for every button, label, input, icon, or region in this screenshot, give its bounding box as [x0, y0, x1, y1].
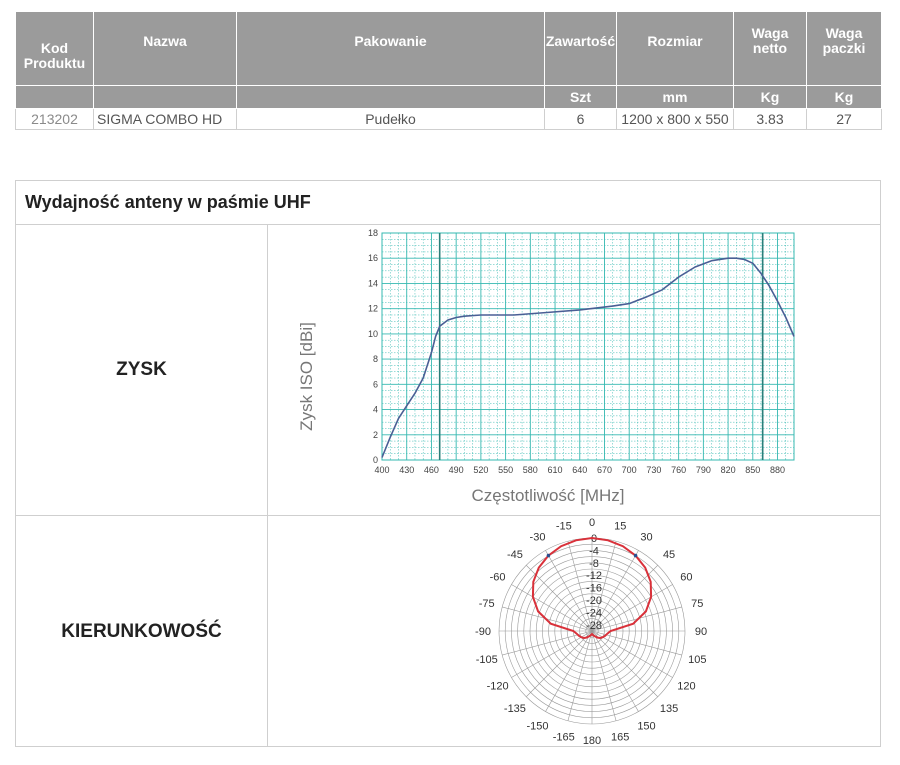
unit-waga-netto: Kg — [733, 85, 807, 109]
unit-nazwa — [93, 85, 237, 109]
radial-tick-label: -12 — [586, 570, 602, 582]
angle-label: -120 — [487, 681, 509, 693]
directivity-polar-chart: 0 153045607590105120135150165180-165-150-… — [475, 517, 707, 747]
radial-tick-label: -16 — [586, 583, 602, 595]
x-tick-label: 790 — [696, 465, 711, 475]
header-rozmiar: Rozmiar — [616, 11, 734, 86]
x-tick-label: 700 — [622, 465, 637, 475]
unit-waga-paczki: Kg — [806, 85, 882, 109]
x-tick-label: 640 — [572, 465, 587, 475]
x-tick-label: 490 — [449, 465, 464, 475]
angle-label: -105 — [476, 654, 498, 666]
gain-row-label: ZYSK — [116, 359, 167, 380]
angle-label: -150 — [526, 720, 548, 732]
radial-tick-label: -28 — [586, 620, 602, 632]
y-tick-label: 12 — [368, 304, 378, 314]
angle-label: 120 — [677, 681, 695, 693]
header-pakowanie: Pakowanie — [236, 11, 545, 86]
x-tick-label: 400 — [374, 465, 389, 475]
x-tick-label: 760 — [671, 465, 686, 475]
cell-nazwa: SIGMA COMBO HD — [93, 108, 237, 130]
polar-spoke — [511, 630, 593, 678]
angle-label: 180 — [583, 735, 601, 747]
radial-tick-label: -4 — [589, 545, 599, 557]
y-tick-label: 14 — [368, 278, 378, 288]
cell-kod: 213202 — [15, 108, 94, 130]
cell-zawartosc: 6 — [544, 108, 617, 130]
directivity-row-label: KIERUNKOWOŚĆ — [61, 621, 222, 642]
x-tick-label: 850 — [745, 465, 760, 475]
cell-waga-netto: 3.83 — [733, 108, 807, 130]
beamwidth-marker — [633, 553, 638, 558]
header-waga-netto: Waga netto — [733, 11, 807, 86]
angle-label: 60 — [680, 572, 692, 584]
header-nazwa: Nazwa — [93, 11, 237, 86]
angle-label: 0 — [589, 517, 595, 529]
y-tick-label: 2 — [373, 430, 378, 440]
x-tick-label: 430 — [399, 465, 414, 475]
performance-panel: Wydajność anteny w paśmie UHF ZYSK KIERU… — [15, 180, 881, 747]
y-tick-label: 4 — [373, 405, 378, 415]
header-zawartosc: Zawartość — [544, 11, 617, 86]
radial-tick-label: -8 — [589, 558, 599, 570]
x-tick-label: 880 — [770, 465, 785, 475]
radial-tick-label: -24 — [586, 607, 602, 619]
x-tick-label: 670 — [597, 465, 612, 475]
x-tick-label: 730 — [646, 465, 661, 475]
beamwidth-marker — [546, 553, 551, 558]
angle-label: 105 — [688, 654, 706, 666]
x-tick-label: 550 — [498, 465, 513, 475]
angle-label: 90 — [695, 626, 707, 638]
cell-waga-paczki: 27 — [806, 108, 882, 130]
angle-label: -90 — [475, 626, 491, 638]
angle-label: 75 — [691, 598, 703, 610]
y-tick-label: 6 — [373, 379, 378, 389]
angle-label: -45 — [507, 549, 523, 561]
angle-label: 45 — [663, 549, 675, 561]
angle-label: 165 — [611, 731, 629, 743]
unit-rozmiar: mm — [616, 85, 734, 109]
x-tick-label: 520 — [473, 465, 488, 475]
y-tick-label: 8 — [373, 354, 378, 364]
x-tick-label: 460 — [424, 465, 439, 475]
cell-rozmiar: 1200 x 800 x 550 — [616, 108, 734, 130]
y-axis-title: Zysk ISO [dBi] — [297, 322, 316, 431]
angle-label: 15 — [614, 521, 626, 533]
x-tick-label: 580 — [523, 465, 538, 475]
angle-label: -15 — [556, 521, 572, 533]
panel-title: Wydajność anteny w paśmie UHF — [16, 181, 880, 225]
x-axis-title: Częstotliwość [MHz] — [471, 486, 624, 505]
polar-spoke — [526, 630, 593, 697]
polar-spoke — [545, 630, 593, 712]
polar-spoke — [545, 550, 593, 632]
y-tick-label: 10 — [368, 329, 378, 339]
x-tick-label: 820 — [721, 465, 736, 475]
angle-label: -135 — [504, 703, 526, 715]
x-tick-label: 610 — [548, 465, 563, 475]
gain-chart: 400 430 460 490 520 550 580 610 640 670 700 730 760 7… — [297, 228, 795, 505]
y-tick-label: 0 — [373, 455, 378, 465]
angle-label: -30 — [530, 532, 546, 544]
y-tick-label: 16 — [368, 253, 378, 263]
unit-pakowanie — [236, 85, 545, 109]
angle-label: 135 — [660, 703, 678, 715]
polar-spoke — [591, 630, 639, 712]
header-waga-paczki: Waga paczki — [806, 11, 882, 86]
header-kod: Kod Produktu — [15, 11, 94, 86]
y-tick-label: 18 — [368, 228, 378, 238]
table-row: 213202 SIGMA COMBO HD Pudełko 6 1200 x 8… — [15, 108, 882, 130]
spec-table: Kod Produktu Nazwa Pakowanie Zawartość R… — [15, 11, 882, 130]
angle-label: 30 — [640, 532, 652, 544]
angle-label: 150 — [637, 720, 655, 732]
polar-spoke — [591, 630, 673, 678]
angle-label: -75 — [479, 598, 495, 610]
cell-pakowanie: Pudełko — [236, 108, 545, 130]
unit-kod — [15, 85, 94, 109]
angle-label: -60 — [490, 572, 506, 584]
radial-tick-label: -20 — [586, 595, 602, 607]
polar-spoke — [591, 630, 658, 697]
angle-label: -165 — [553, 731, 575, 743]
unit-zawartosc: Szt — [544, 85, 617, 109]
